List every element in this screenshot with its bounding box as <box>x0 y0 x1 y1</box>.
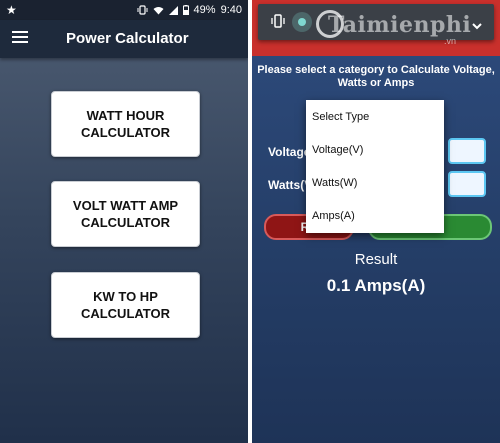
chevron-down-icon[interactable] <box>472 17 482 35</box>
voltage-label: Voltage <box>268 145 311 159</box>
volt-watt-amp-screen: Taimienphi .vn Please select a category … <box>252 0 500 443</box>
watts-input[interactable] <box>448 171 486 197</box>
status-bar: ★ 49% 9:40 <box>0 0 248 20</box>
wifi-icon <box>153 6 164 15</box>
status-time: 9:40 <box>220 4 242 16</box>
dropdown-option-voltage[interactable]: Voltage(V) <box>306 133 444 166</box>
signal-icon <box>168 5 178 15</box>
kw-to-hp-calculator-button[interactable]: KW TO HP CALCULATOR <box>51 272 200 338</box>
dropdown-option-watts[interactable]: Watts(W) <box>306 166 444 199</box>
app-title: Power Calculator <box>66 30 189 47</box>
hamburger-menu-icon[interactable] <box>12 31 28 45</box>
watt-hour-calculator-button[interactable]: WATT HOUR CALCULATOR <box>51 91 200 157</box>
dropdown-option-amps[interactable]: Amps(A) <box>306 199 444 232</box>
watermark-text: Taimienphi <box>328 12 472 38</box>
category-dropdown-menu[interactable]: Select Type Voltage(V) Watts(W) Amps(A) <box>306 100 444 233</box>
vibrate-icon <box>137 5 148 15</box>
watermark-suffix: .vn <box>444 36 457 46</box>
result-label: Result <box>354 251 398 268</box>
voltage-input[interactable] <box>448 138 486 164</box>
battery-percent: 49% <box>193 4 216 16</box>
result-value: 0.1 Amps(A) <box>326 276 426 295</box>
star-notification-icon: ★ <box>6 3 17 17</box>
quick-setting-slider-dot[interactable] <box>298 18 306 26</box>
vibrate-icon <box>270 14 286 33</box>
dropdown-option-select-type[interactable]: Select Type <box>306 100 444 133</box>
power-calculator-home-screen: ★ 49% 9:40 Power Calculator WATT HOUR CA… <box>0 0 248 443</box>
battery-icon <box>182 5 189 15</box>
notification-bar[interactable]: Taimienphi .vn <box>258 4 494 46</box>
taimienphi-watermark: Taimienphi .vn <box>316 10 486 50</box>
app-bar: Power Calculator <box>0 20 248 58</box>
volt-watt-amp-calculator-button[interactable]: VOLT WATT AMP CALCULATOR <box>51 181 200 247</box>
category-instruction: Please select a category to Calculate Vo… <box>257 64 495 89</box>
